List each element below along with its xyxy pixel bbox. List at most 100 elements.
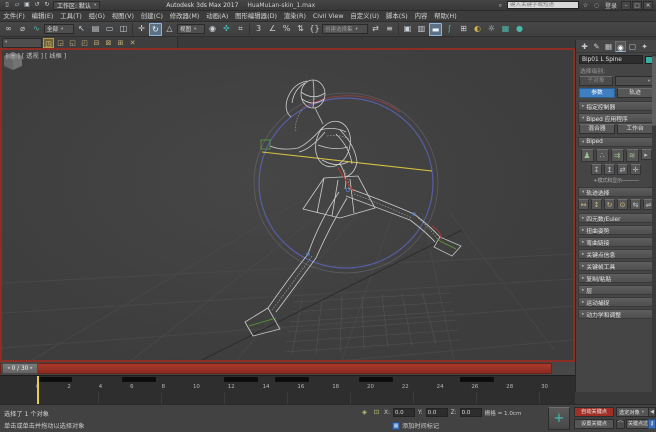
x-coordinate-field[interactable]: [393, 408, 415, 417]
rollout-keyframing-tools[interactable]: ▸ 关键帧工具: [578, 261, 654, 271]
snaps-toggle-icon[interactable]: 3: [252, 23, 265, 36]
rendered-frame-window-icon[interactable]: ▦: [499, 23, 512, 36]
align-icon[interactable]: ≡: [383, 23, 396, 36]
save-file-icon[interactable]: ▣: [23, 1, 31, 9]
select-and-manipulate-icon[interactable]: ✜: [220, 23, 233, 36]
set-keys-button[interactable]: +: [548, 407, 570, 430]
rollout-biped-apps[interactable]: ▾ Biped 应用程序: [578, 113, 654, 123]
menu-edit[interactable]: 编辑(E): [28, 11, 57, 22]
menu-content[interactable]: 内容: [411, 11, 431, 22]
tab-display-icon[interactable]: ▢: [627, 41, 638, 52]
key-mode-toggle[interactable]: ⚷: [648, 419, 656, 429]
render-setup-icon[interactable]: ☼: [485, 23, 498, 36]
select-by-name-icon[interactable]: ▤: [89, 23, 102, 36]
maximize-button[interactable]: □: [632, 1, 642, 10]
window-crossing-icon[interactable]: ◫: [117, 23, 130, 36]
rectangular-selection-icon[interactable]: ▭: [103, 23, 116, 36]
animation-key[interactable]: [224, 377, 258, 382]
use-pivot-point-icon[interactable]: ◉: [206, 23, 219, 36]
selection-lock-icon[interactable]: ⊡: [372, 408, 381, 417]
rollout-biped[interactable]: ▾ Biped: [578, 137, 654, 147]
render-production-icon[interactable]: ●: [513, 23, 526, 36]
workbench-button[interactable]: 工作台: [617, 124, 653, 134]
track-bar[interactable]: 0 2 4 6 8 10 12 14 16 18 20 22 24 26 28 …: [0, 375, 575, 404]
viewport-label[interactable]: [ + ] [ 透视 ] [ 线框 ]: [6, 51, 66, 60]
tab-modify-icon[interactable]: ✎: [591, 41, 602, 52]
menu-tools[interactable]: 工具(T): [57, 11, 85, 22]
search-input[interactable]: [507, 1, 579, 9]
curve-editor-icon[interactable]: ʃ: [443, 23, 456, 36]
bind-to-space-warp-icon[interactable]: ∿: [30, 23, 43, 36]
time-slider-track[interactable]: [0, 363, 552, 374]
load-file-icon[interactable]: ↧: [591, 164, 602, 175]
go-to-start-button[interactable]: ◀: [648, 407, 656, 417]
prev-frame-arrow-icon[interactable]: ◂: [7, 366, 9, 371]
sub-object-button[interactable]: 子对象: [579, 76, 613, 86]
perspective-viewport[interactable]: [ + ] [ 透视 ] [ 线框 ]: [0, 48, 575, 362]
container-icon-8[interactable]: ✕: [127, 38, 138, 48]
current-frame-marker[interactable]: [37, 376, 39, 405]
menu-graph-editors[interactable]: 图形编辑器(D): [232, 11, 281, 22]
rollout-key-info[interactable]: ▸ 关键点信息: [578, 249, 654, 259]
parameters-button[interactable]: 参数: [579, 88, 615, 98]
containers-dropdown[interactable]: ▾: [2, 38, 42, 48]
menu-file[interactable]: 文件(F): [0, 11, 28, 22]
select-and-link-icon[interactable]: ∞: [2, 23, 15, 36]
menu-civil-view[interactable]: Civil View: [309, 11, 347, 22]
menu-modifiers[interactable]: 修改器(M): [166, 11, 202, 22]
mirror-icon[interactable]: ⇄: [369, 23, 382, 36]
animation-key[interactable]: [275, 377, 309, 382]
menu-create[interactable]: 创建(C): [137, 11, 166, 22]
panel-scrollbar[interactable]: [652, 54, 656, 392]
rollout-bend-links[interactable]: ▸ 弯曲链接: [578, 237, 654, 247]
symmetrical-icon[interactable]: ⇆: [630, 199, 641, 210]
body-horizontal-icon[interactable]: ↔: [578, 199, 589, 210]
reference-coordinate-dropdown[interactable]: 视图 ▾: [177, 24, 205, 34]
tab-create-icon[interactable]: ✚: [579, 41, 590, 52]
add-time-tag[interactable]: ▦ 添加时间标记: [392, 421, 439, 430]
sub-object-dropdown[interactable]: ▾: [615, 76, 653, 86]
object-name-field[interactable]: Bip01 L Spine: [579, 55, 643, 64]
viewport-canvas[interactable]: [2, 50, 573, 360]
rollout-layers[interactable]: ▸ 层: [578, 285, 654, 295]
time-slider-handle[interactable]: ◂ 0 / 30 ▸: [2, 363, 38, 374]
named-selection-sets-dropdown[interactable]: 创建选择集 ▾: [322, 24, 368, 34]
z-coordinate-field[interactable]: [460, 408, 482, 417]
container-icon-6[interactable]: ⊠: [103, 38, 114, 48]
angle-snap-icon[interactable]: ∠: [266, 23, 279, 36]
body-rotation-icon[interactable]: ↻: [604, 199, 615, 210]
select-object-icon[interactable]: ↖: [75, 23, 88, 36]
menu-rendering[interactable]: 渲染(R): [280, 11, 309, 22]
favorites-icon[interactable]: ☆: [581, 1, 590, 10]
container-icon-7[interactable]: ⊞: [115, 38, 126, 48]
footstep-mode-icon[interactable]: ∴: [596, 149, 609, 162]
y-coordinate-field[interactable]: [426, 408, 448, 417]
mixer-button[interactable]: 混合器: [579, 124, 615, 134]
container-icon-2[interactable]: ◲: [55, 38, 66, 48]
rollout-twist-poses[interactable]: ▸ 扭曲姿势: [578, 225, 654, 235]
next-frame-arrow-icon[interactable]: ▸: [30, 366, 32, 371]
rollout-track-selection[interactable]: ▾ 轨迹选择: [578, 187, 654, 197]
select-and-rotate-icon[interactable]: ↻: [149, 23, 162, 36]
workspace-dropdown[interactable]: 工作区: 默认 ▾: [53, 1, 100, 10]
save-file-icon[interactable]: ↥: [604, 164, 615, 175]
auto-key-button[interactable]: 自动关键点: [574, 407, 614, 417]
container-icon-5[interactable]: ⊟: [91, 38, 102, 48]
undo-icon[interactable]: ↺: [33, 1, 41, 9]
container-icon-3[interactable]: ◱: [67, 38, 78, 48]
body-vertical-icon[interactable]: ↕: [591, 199, 602, 210]
minimize-button[interactable]: –: [621, 1, 631, 10]
schematic-view-icon[interactable]: ⊞: [457, 23, 470, 36]
animation-key[interactable]: [38, 377, 72, 382]
keyboard-override-icon[interactable]: ⌗: [234, 23, 247, 36]
close-button[interactable]: ✕: [643, 1, 653, 10]
container-icon-1[interactable]: ◳: [43, 38, 54, 48]
select-and-scale-icon[interactable]: △: [163, 23, 176, 36]
select-and-move-icon[interactable]: ✛: [135, 23, 148, 36]
edit-named-selection-sets-icon[interactable]: {}: [308, 23, 321, 36]
new-scene-icon[interactable]: ▯: [3, 1, 11, 9]
scene-explorer-icon[interactable]: ▥: [415, 23, 428, 36]
rollout-motion-capture[interactable]: ▸ 运动捕捉: [578, 297, 654, 307]
biped-playback-icon[interactable]: ▸: [641, 149, 652, 160]
selection-filter-dropdown[interactable]: 全部 ▾: [44, 24, 74, 34]
